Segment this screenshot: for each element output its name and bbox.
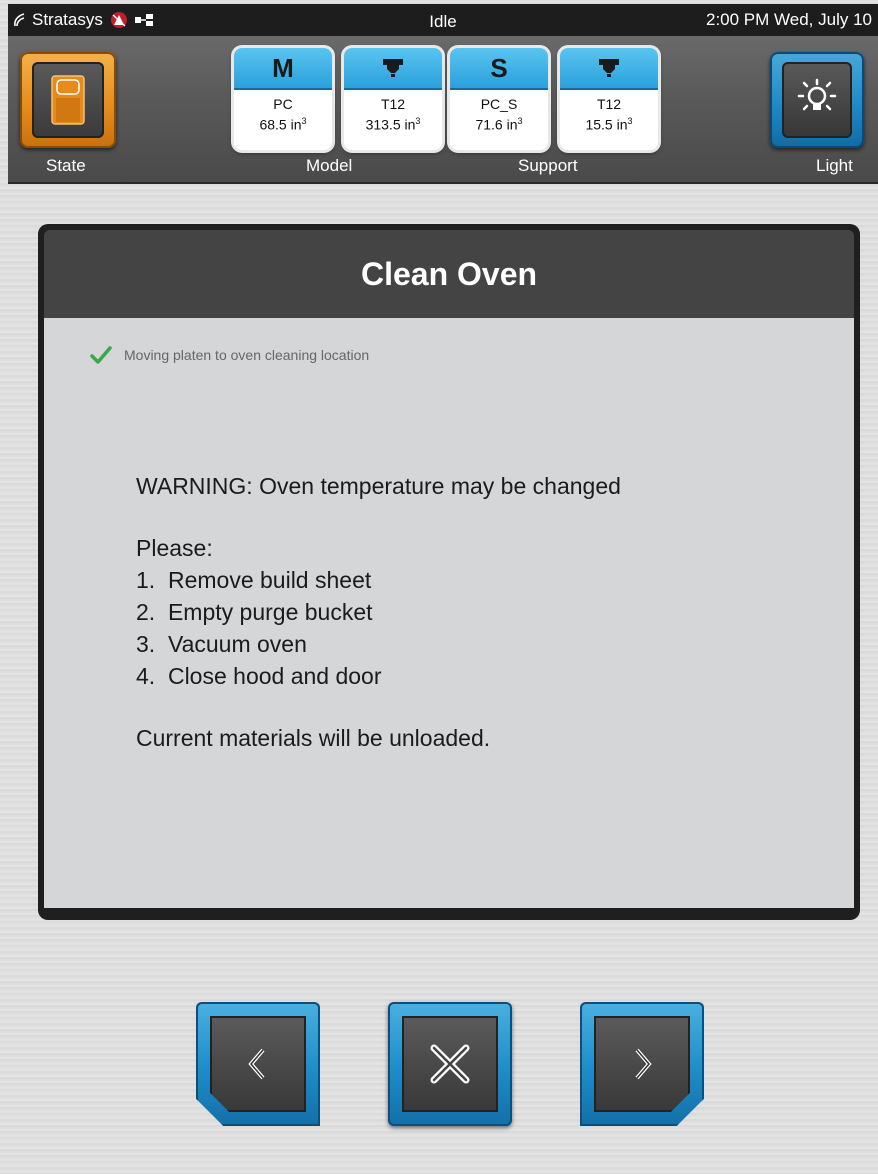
next-button[interactable] — [580, 1002, 704, 1126]
tip-name: T12 — [596, 96, 622, 112]
lightbulb-icon — [797, 78, 837, 111]
dialog-title: Clean Oven — [44, 230, 854, 318]
back-button[interactable] — [196, 1002, 320, 1126]
support-tip-card[interactable]: T12 15.5 in3 — [560, 48, 658, 150]
toolbar: State M PC 68.5 in3 T12 313.5 in3 Model … — [8, 36, 878, 184]
step-item: 4. Close hood and door — [136, 663, 382, 689]
material-name: PC — [273, 96, 293, 112]
model-label: Model — [306, 156, 353, 175]
chevron-left-icon — [248, 1048, 265, 1080]
light-button[interactable] — [770, 52, 864, 148]
tip-name: T12 — [380, 96, 406, 112]
support-badge: S — [450, 48, 548, 90]
tip-icon — [383, 59, 403, 77]
material-name: PC_S — [480, 96, 518, 112]
printer-icon — [51, 75, 85, 125]
footer-text: Current materials will be unloaded. — [136, 725, 491, 751]
material-volume: 68.5 in — [259, 116, 302, 133]
please-text: Please: — [136, 535, 213, 561]
state-button[interactable] — [20, 52, 116, 148]
warning-text: WARNING: Oven temperature may be changed — [136, 473, 621, 499]
material-volume: 71.6 in — [475, 116, 518, 133]
model-tip-card[interactable]: T12 313.5 in3 — [344, 48, 442, 150]
progress-text: Moving platen to oven cleaning location — [124, 347, 370, 363]
dialog-body: Moving platen to oven cleaning location … — [44, 318, 854, 908]
checkmark-icon — [90, 346, 112, 364]
clean-oven-dialog: Clean Oven Moving platen to oven cleanin… — [38, 224, 860, 920]
step-item: 3. Vacuum oven — [136, 631, 307, 657]
step-item: 1. Remove build sheet — [136, 567, 372, 593]
state-label: State — [46, 156, 86, 175]
cancel-button[interactable] — [388, 1002, 512, 1126]
instructions: WARNING: Oven temperature may be changed… — [136, 470, 621, 754]
model-material-card[interactable]: M PC 68.5 in3 — [234, 48, 332, 150]
close-icon — [430, 1044, 470, 1084]
status-bar: Stratasys Idle 2:00 PM Wed, July 10 — [8, 4, 878, 36]
chevron-right-icon — [635, 1048, 652, 1080]
support-material-card[interactable]: S PC_S 71.6 in3 — [450, 48, 548, 150]
model-badge: M — [234, 48, 332, 90]
clock: 2:00 PM Wed, July 10 — [706, 10, 872, 29]
tip-volume: 15.5 in — [585, 116, 628, 133]
tip-volume: 313.5 in — [365, 116, 416, 133]
progress-step: Moving platen to oven cleaning location — [90, 346, 369, 364]
step-item: 2. Empty purge bucket — [136, 599, 373, 625]
support-label: Support — [518, 156, 578, 175]
light-label: Light — [816, 156, 853, 175]
tip-icon — [599, 59, 619, 77]
